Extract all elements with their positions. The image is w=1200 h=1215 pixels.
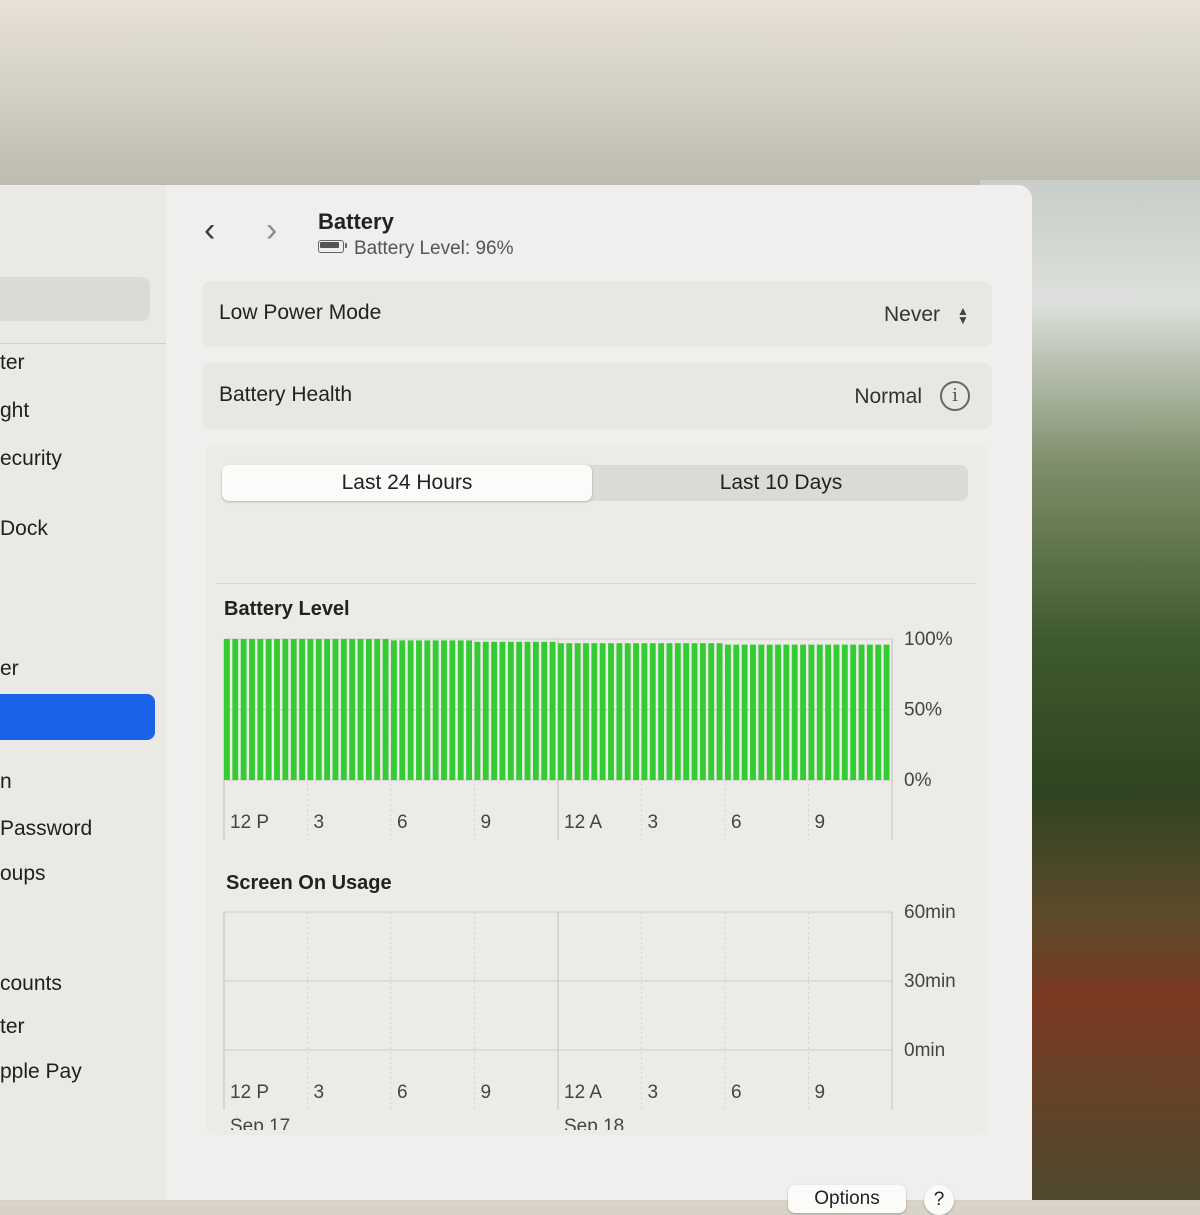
sidebar-item[interactable]: ter bbox=[0, 351, 25, 375]
time-range-segmented-control: Last 24 Hours Last 10 Days bbox=[222, 465, 968, 501]
x-tick-label: 9 bbox=[481, 812, 492, 833]
panel-divider bbox=[216, 583, 976, 584]
battery-level-chart-title: Battery Level bbox=[224, 598, 350, 620]
date-label: Sep 17 bbox=[230, 1116, 290, 1130]
bar bbox=[558, 643, 639, 780]
bar bbox=[725, 644, 806, 780]
options-button[interactable]: Options bbox=[788, 1185, 906, 1213]
sidebar-item[interactable]: ecurity bbox=[0, 447, 62, 471]
tab-last-24-hours[interactable]: Last 24 Hours bbox=[222, 465, 592, 501]
screen-on-usage-chart: 60min 30min 0min 12 P 3 6 9 12 A 3 6 9 Sep 17 Sep 18 bbox=[223, 902, 956, 1130]
y-tick-label: 50% bbox=[904, 700, 942, 721]
x-tick-label: 6 bbox=[731, 812, 742, 833]
sidebar-item[interactable]: er bbox=[0, 657, 19, 681]
date-label: Sep 18 bbox=[564, 1116, 624, 1130]
battery-health-value: Normal bbox=[854, 385, 922, 408]
sidebar-item-battery-selected[interactable] bbox=[0, 694, 155, 740]
sidebar-item[interactable]: oups bbox=[0, 862, 46, 886]
low-power-mode-row: Low Power Mode Never ▲ ▼ bbox=[202, 281, 992, 347]
x-tick-label: 3 bbox=[314, 1082, 325, 1103]
battery-icon bbox=[318, 240, 347, 254]
info-icon[interactable]: i bbox=[940, 381, 970, 411]
x-tick-label: 9 bbox=[815, 812, 826, 833]
battery-level-chart: 100% 50% 0% 12 P 3 6 9 12 A 3 6 9 bbox=[223, 629, 953, 840]
y-tick-label: 30min bbox=[904, 971, 956, 992]
sidebar: ter ght ecurity Dock er n Password oups … bbox=[0, 185, 183, 1200]
x-tick-label: 12 P bbox=[230, 812, 269, 833]
sidebar-item[interactable]: pple Pay bbox=[0, 1060, 82, 1084]
sidebar-item[interactable]: ter bbox=[0, 1015, 25, 1039]
page-title: Battery bbox=[318, 209, 394, 234]
bar bbox=[641, 643, 723, 780]
x-tick-label: 9 bbox=[481, 1082, 492, 1103]
x-tick-label: 12 A bbox=[564, 812, 602, 833]
battery-level-subtitle: Battery Level: 96% bbox=[318, 238, 513, 260]
bar bbox=[391, 640, 472, 780]
low-power-mode-label: Low Power Mode bbox=[219, 301, 382, 324]
x-tick-label: 3 bbox=[314, 812, 325, 833]
sidebar-separator bbox=[0, 343, 166, 344]
bar bbox=[474, 641, 556, 780]
forward-icon[interactable]: › bbox=[266, 213, 277, 247]
chevron-up-down-icon[interactable]: ▲ ▼ bbox=[956, 305, 970, 327]
y-tick-label: 0% bbox=[904, 770, 932, 791]
battery-usage-panel: Last 24 Hours Last 10 Days Battery Level… bbox=[206, 445, 988, 1135]
x-tick-label: 6 bbox=[397, 1082, 408, 1103]
x-tick-label: 6 bbox=[731, 1082, 742, 1103]
sidebar-item[interactable]: Dock bbox=[0, 517, 48, 541]
x-tick-label: 6 bbox=[397, 812, 408, 833]
sidebar-item[interactable]: n bbox=[0, 770, 12, 794]
battery-level-text: Battery Level: 96% bbox=[354, 238, 514, 259]
x-tick-label: 12 P bbox=[230, 1082, 269, 1103]
x-tick-label: 3 bbox=[648, 812, 659, 833]
x-tick-label: 9 bbox=[815, 1082, 826, 1103]
sidebar-search-field[interactable] bbox=[0, 277, 150, 321]
y-tick-label: 0min bbox=[904, 1040, 945, 1061]
screen-on-usage-chart-title: Screen On Usage bbox=[226, 872, 392, 894]
sidebar-item[interactable]: ght bbox=[0, 399, 29, 423]
desktop-wallpaper-sky bbox=[0, 0, 1200, 200]
y-tick-label: 100% bbox=[904, 629, 953, 650]
y-tick-label: 60min bbox=[904, 902, 956, 923]
back-icon[interactable]: ‹ bbox=[204, 213, 215, 247]
x-tick-label: 12 A bbox=[564, 1082, 602, 1103]
battery-health-row: Battery Health Normal i bbox=[202, 363, 992, 429]
x-tick-label: 3 bbox=[648, 1082, 659, 1103]
battery-settings-window: ‹ › Battery Battery Level: 96% Low Power… bbox=[166, 185, 1032, 1215]
low-power-mode-select[interactable]: Never bbox=[884, 303, 940, 327]
help-button[interactable]: ? bbox=[924, 1185, 954, 1215]
battery-health-label: Battery Health bbox=[219, 383, 353, 406]
tab-last-10-days[interactable]: Last 10 Days bbox=[594, 465, 968, 501]
sidebar-item[interactable]: Password bbox=[0, 817, 92, 841]
sidebar-item[interactable]: counts bbox=[0, 972, 62, 996]
bar bbox=[808, 644, 890, 780]
